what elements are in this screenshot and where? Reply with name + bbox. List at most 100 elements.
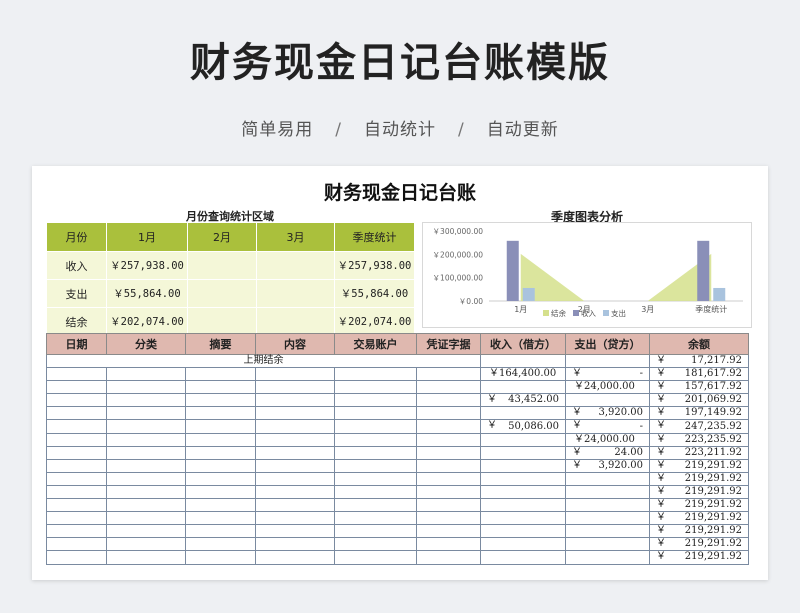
opening-balance-label[interactable]: 上期结余 bbox=[46, 353, 481, 369]
expense-cell[interactable] bbox=[565, 511, 650, 526]
ledger-cell[interactable] bbox=[255, 367, 335, 382]
ledger-cell[interactable] bbox=[416, 458, 481, 473]
ledger-cell[interactable] bbox=[255, 445, 335, 460]
ledger-cell[interactable] bbox=[334, 419, 417, 434]
expense-cell[interactable] bbox=[565, 524, 650, 539]
stats-cell[interactable]: ￥202,074.00 bbox=[106, 307, 188, 336]
ledger-cell[interactable] bbox=[334, 380, 417, 395]
income-cell[interactable] bbox=[480, 471, 566, 486]
ledger-cell[interactable] bbox=[416, 406, 481, 421]
income-cell[interactable]: ￥ 50,086.00 bbox=[480, 419, 566, 434]
ledger-cell[interactable] bbox=[46, 380, 107, 395]
ledger-cell[interactable] bbox=[255, 471, 335, 486]
balance-cell[interactable]: ￥ 219,291.92 bbox=[649, 524, 749, 539]
income-cell[interactable] bbox=[480, 511, 566, 526]
ledger-cell[interactable] bbox=[255, 484, 335, 500]
ledger-cell[interactable] bbox=[255, 511, 335, 526]
expense-cell[interactable]: ￥ - bbox=[565, 367, 650, 382]
ledger-cell[interactable] bbox=[185, 367, 256, 382]
expense-cell[interactable]: ￥24,000.00 bbox=[565, 380, 650, 395]
stats-cell[interactable]: ￥257,938.00 bbox=[334, 251, 415, 280]
ledger-cell[interactable] bbox=[416, 445, 481, 460]
stats-cell[interactable] bbox=[187, 279, 257, 308]
ledger-cell[interactable] bbox=[185, 511, 256, 526]
ledger-cell[interactable] bbox=[416, 484, 481, 500]
income-cell[interactable] bbox=[480, 524, 566, 539]
ledger-cell[interactable] bbox=[416, 367, 481, 382]
ledger-cell[interactable] bbox=[334, 393, 417, 408]
ledger-cell[interactable] bbox=[416, 432, 481, 447]
stats-cell[interactable] bbox=[256, 251, 335, 280]
ledger-cell[interactable] bbox=[46, 367, 107, 382]
balance-cell[interactable]: ￥ 181,617.92 bbox=[649, 367, 749, 382]
ledger-cell[interactable] bbox=[106, 458, 186, 473]
quarter-chart[interactable]: ￥300,000.00 ￥200,000.00 ￥100,000.00 ￥0.00 1月… bbox=[422, 222, 752, 328]
income-cell[interactable] bbox=[480, 406, 566, 421]
ledger-cell[interactable] bbox=[334, 550, 417, 565]
ledger-cell[interactable] bbox=[334, 445, 417, 460]
stats-cell[interactable] bbox=[187, 307, 257, 336]
ledger-cell[interactable] bbox=[416, 524, 481, 539]
ledger-cell[interactable] bbox=[334, 471, 417, 486]
ledger-cell[interactable] bbox=[106, 380, 186, 395]
expense-cell[interactable] bbox=[565, 471, 650, 486]
balance-cell[interactable]: ￥ 219,291.92 bbox=[649, 484, 749, 500]
expense-cell[interactable] bbox=[565, 550, 650, 565]
ledger-cell[interactable] bbox=[106, 367, 186, 382]
expense-cell[interactable] bbox=[565, 393, 650, 408]
ledger-cell[interactable] bbox=[416, 419, 481, 434]
income-cell[interactable] bbox=[480, 498, 566, 513]
ledger-cell[interactable] bbox=[46, 550, 107, 565]
income-cell[interactable] bbox=[480, 458, 566, 473]
ledger-cell[interactable] bbox=[255, 432, 335, 447]
ledger-cell[interactable] bbox=[416, 550, 481, 565]
stats-cell[interactable]: ￥257,938.00 bbox=[106, 251, 188, 280]
income-cell[interactable] bbox=[480, 432, 566, 447]
ledger-cell[interactable] bbox=[416, 393, 481, 408]
ledger-cell[interactable] bbox=[106, 550, 186, 565]
stats-cell[interactable] bbox=[187, 251, 257, 280]
ledger-cell[interactable] bbox=[334, 458, 417, 473]
ledger-cell[interactable] bbox=[185, 537, 256, 552]
income-cell[interactable] bbox=[480, 380, 566, 395]
ledger-cell[interactable] bbox=[46, 458, 107, 473]
ledger-cell[interactable] bbox=[46, 537, 107, 552]
ledger-cell[interactable] bbox=[185, 550, 256, 565]
income-cell[interactable] bbox=[480, 353, 566, 369]
ledger-cell[interactable] bbox=[106, 537, 186, 552]
ledger-cell[interactable] bbox=[416, 380, 481, 395]
ledger-cell[interactable] bbox=[185, 445, 256, 460]
balance-cell[interactable]: ￥ 219,291.92 bbox=[649, 537, 749, 552]
balance-cell[interactable]: ￥ 219,291.92 bbox=[649, 511, 749, 526]
ledger-cell[interactable] bbox=[416, 471, 481, 486]
balance-cell[interactable]: ￥ 17,217.92 bbox=[649, 353, 749, 369]
ledger-cell[interactable] bbox=[416, 511, 481, 526]
ledger-cell[interactable] bbox=[106, 471, 186, 486]
ledger-cell[interactable] bbox=[106, 432, 186, 447]
balance-cell[interactable]: ￥ 219,291.92 bbox=[649, 471, 749, 486]
ledger-cell[interactable] bbox=[255, 380, 335, 395]
ledger-cell[interactable] bbox=[106, 445, 186, 460]
ledger-cell[interactable] bbox=[255, 524, 335, 539]
income-cell[interactable]: ￥ 43,452.00 bbox=[480, 393, 566, 408]
expense-cell[interactable]: ￥ 3,920.00 bbox=[565, 406, 650, 421]
ledger-cell[interactable] bbox=[106, 484, 186, 500]
ledger-cell[interactable] bbox=[46, 406, 107, 421]
ledger-cell[interactable] bbox=[255, 393, 335, 408]
expense-cell[interactable] bbox=[565, 353, 650, 369]
ledger-cell[interactable] bbox=[185, 458, 256, 473]
ledger-cell[interactable] bbox=[185, 380, 256, 395]
stats-cell[interactable]: ￥55,864.00 bbox=[334, 279, 415, 308]
ledger-cell[interactable] bbox=[255, 498, 335, 513]
ledger-cell[interactable] bbox=[334, 406, 417, 421]
balance-cell[interactable]: ￥ 247,235.92 bbox=[649, 419, 749, 434]
balance-cell[interactable]: ￥ 219,291.92 bbox=[649, 550, 749, 565]
ledger-cell[interactable] bbox=[106, 498, 186, 513]
ledger-cell[interactable] bbox=[106, 524, 186, 539]
ledger-cell[interactable] bbox=[255, 419, 335, 434]
stats-cell[interactable]: ￥202,074.00 bbox=[334, 307, 415, 336]
ledger-cell[interactable] bbox=[255, 550, 335, 565]
ledger-cell[interactable] bbox=[334, 484, 417, 500]
stats-cell[interactable]: ￥55,864.00 bbox=[106, 279, 188, 308]
stats-cell[interactable] bbox=[256, 307, 335, 336]
